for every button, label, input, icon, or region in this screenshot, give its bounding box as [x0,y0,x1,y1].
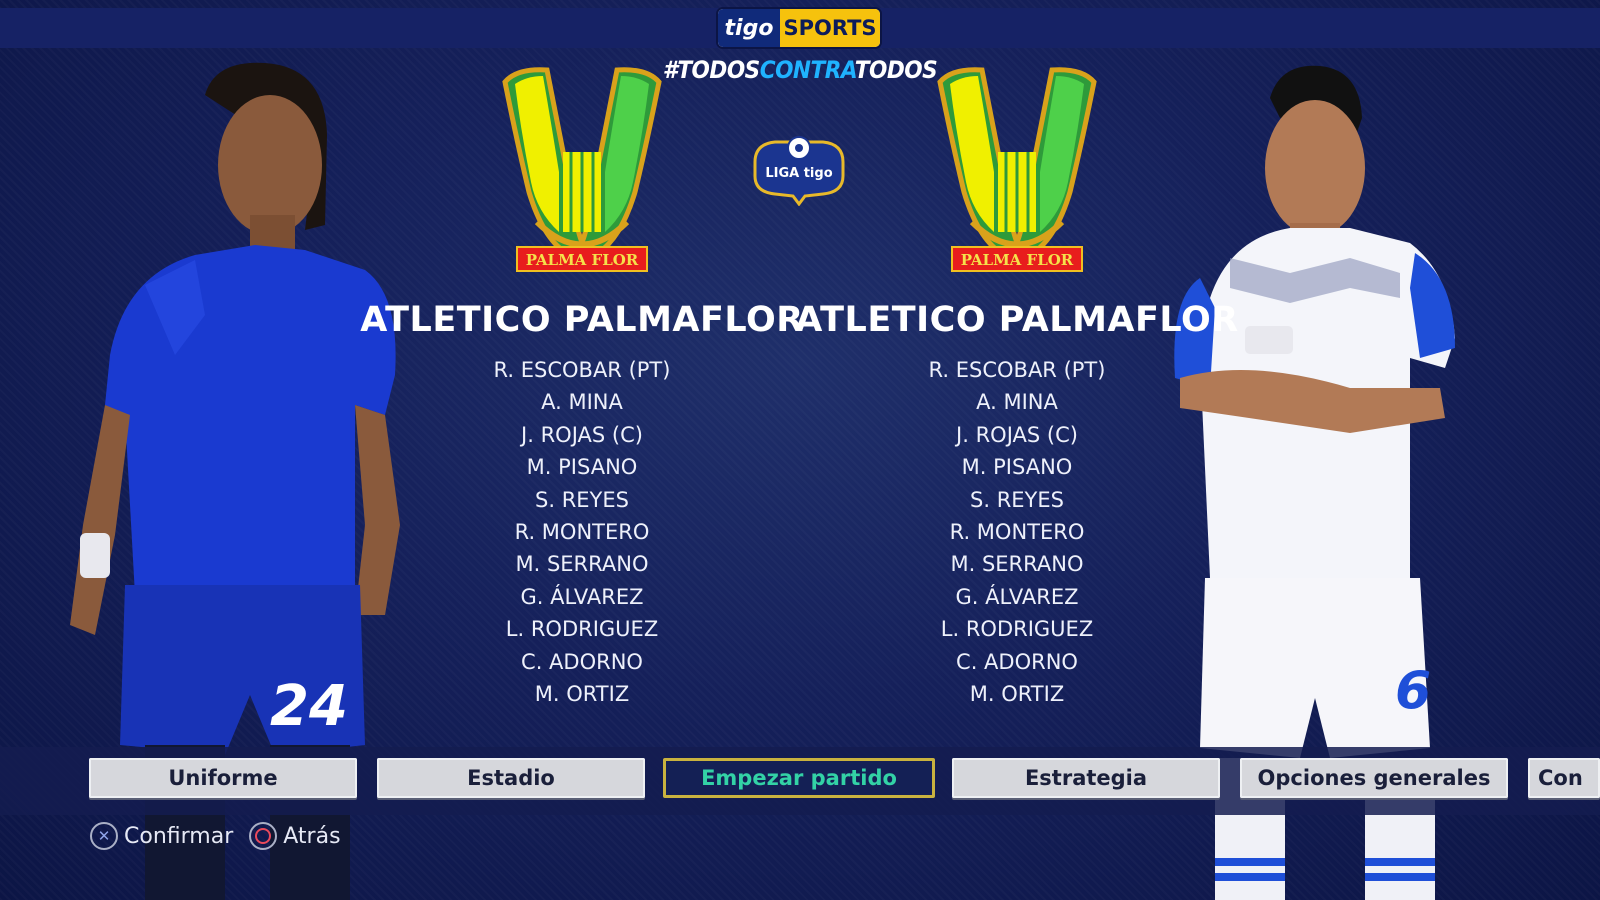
roster-player: M. ORTIZ [534,681,630,706]
away-crest-label: PALMA FLOR [961,251,1074,269]
menu-partial-button[interactable]: Con [1528,758,1600,798]
roster-player: L. RODRIGUEZ [940,617,1094,642]
roster-player: S. REYES [970,487,1064,512]
home-crest-label: PALMA FLOR [526,251,639,269]
roster-player: C. ADORNO [956,649,1078,674]
roster-player: M. PISANO [526,455,638,480]
cross-button-icon: ✕ [90,822,118,850]
roster-player: R. ESCOBAR (PT) [493,358,671,382]
liga-logo-text: LIGA tigo [765,166,832,181]
back-label: Atrás [283,823,341,849]
menu-uniforme-button[interactable]: Uniforme [89,758,357,798]
home-kit-number: 24 [270,674,348,739]
roster-player: R. MONTERO [949,519,1085,544]
back-hint[interactable]: Atrás [249,822,341,850]
controller-hints: ✕ Confirmar Atrás [90,822,347,850]
circle-button-icon [249,822,278,850]
menu-estadio-button[interactable]: Estadio [377,758,645,798]
tigo-sports-logo: tigo SPORTS [718,9,880,47]
menu-start-match-button[interactable]: Empezar partido [663,758,935,798]
away-team-crest: PALMA FLOR [937,67,1097,272]
roster-player: R. MONTERO [514,519,650,544]
hashtag-part-3: TODOS [854,56,938,84]
tigo-logo-text: tigo [718,9,780,47]
menu-estrategia-button[interactable]: Estrategia [952,758,1220,798]
roster-player: M. SERRANO [515,552,649,577]
roster-player: G. ÁLVAREZ [955,584,1079,609]
roster-player: R. ESCOBAR (PT) [928,358,1106,382]
liga-tigo-logo: LIGA tigo [753,136,845,206]
home-team-crest: PALMA FLOR [502,67,662,272]
roster-player: M. PISANO [961,455,1073,480]
roster-player: A. MINA [541,390,623,415]
confirm-label: Confirmar [124,823,234,849]
away-kit-number: 6 [1395,661,1431,721]
menu-general-options-button[interactable]: Opciones generales [1240,758,1508,798]
roster-player: S. REYES [535,487,629,512]
roster-player: M. SERRANO [950,552,1084,577]
hashtag-part-2: CONTRA [759,56,856,84]
confirm-hint[interactable]: ✕ Confirmar [90,822,233,850]
roster-player: C. ADORNO [521,649,643,674]
roster-player: J. ROJAS (C) [521,422,643,447]
roster-player: J. ROJAS (C) [956,422,1078,447]
away-team-name: ATLETICO PALMAFLOR [795,300,1239,340]
sports-logo-text: SPORTS [780,9,880,47]
away-roster: R. ESCOBAR (PT) A. MINA J. ROJAS (C) M. … [777,354,1257,710]
roster-player: A. MINA [976,390,1058,415]
hashtag-part-1: #TODOS [662,56,760,84]
roster-player: L. RODRIGUEZ [505,617,659,642]
roster-player: G. ÁLVAREZ [520,584,644,609]
roster-player: M. ORTIZ [969,681,1065,706]
home-roster: R. ESCOBAR (PT) A. MINA J. ROJAS (C) M. … [342,354,822,710]
home-team-name: ATLETICO PALMAFLOR [360,300,804,340]
